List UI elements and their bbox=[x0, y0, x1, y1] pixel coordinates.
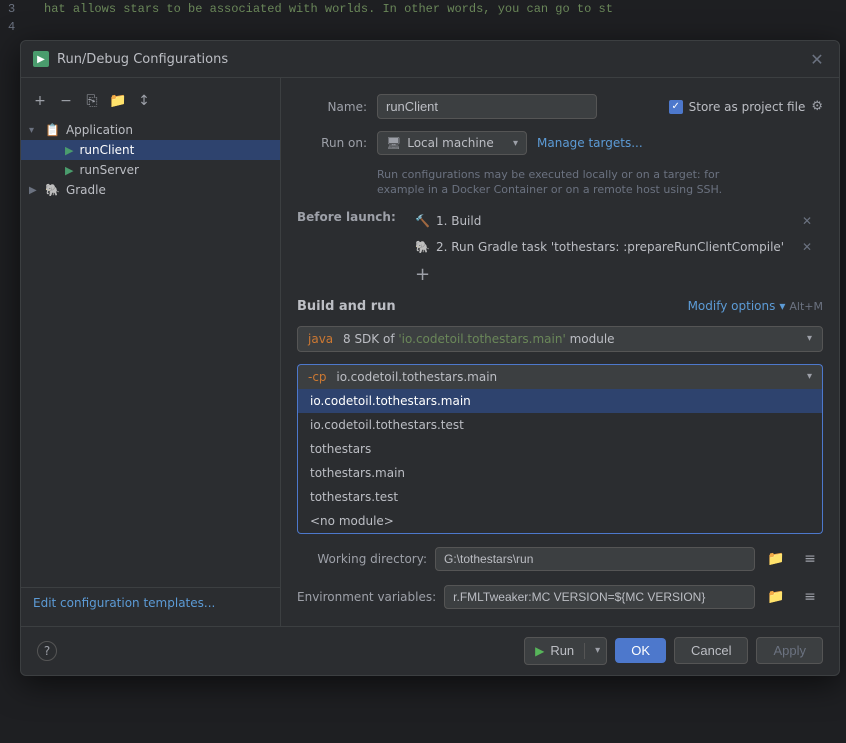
tree-node-application[interactable]: ▾ 📋 Application bbox=[21, 120, 280, 140]
name-label: Name: bbox=[297, 100, 367, 114]
launch-item-2-text: 2. Run Gradle task 'tothestars: :prepare… bbox=[436, 240, 784, 254]
modify-options-label: Modify options bbox=[688, 299, 776, 313]
launch-item-2: 🐘 2. Run Gradle task 'tothestars: :prepa… bbox=[407, 236, 823, 258]
edit-config-templates-link[interactable]: Edit configuration templates... bbox=[21, 587, 280, 618]
dropdown-arrow-icon: ▾ bbox=[513, 138, 518, 149]
add-config-button[interactable]: + bbox=[29, 90, 51, 112]
dropdown-item-0[interactable]: io.codetoil.tothestars.main bbox=[298, 389, 822, 413]
cp-dropdown-wrapper: -cp io.codetoil.tothestars.main ▾ io.cod… bbox=[297, 364, 823, 534]
folder-config-button[interactable]: 📁 bbox=[107, 90, 129, 112]
dropdown-item-5[interactable]: <no module> bbox=[298, 509, 822, 533]
cp-value: io.codetoil.tothestars.main bbox=[333, 370, 498, 384]
local-machine-label: Local machine bbox=[407, 136, 493, 150]
store-project-file-row: ✓ Store as project file ⚙ bbox=[669, 99, 823, 114]
ok-button[interactable]: OK bbox=[615, 638, 666, 663]
modify-options-arrow-icon: ▾ bbox=[779, 299, 785, 313]
sort-config-button[interactable]: ↕ bbox=[133, 90, 155, 112]
working-directory-label: Working directory: bbox=[297, 552, 427, 566]
close-button[interactable]: ✕ bbox=[807, 49, 827, 69]
cp-dropdown[interactable]: -cp io.codetoil.tothestars.main ▾ bbox=[297, 364, 823, 389]
name-input[interactable] bbox=[377, 94, 597, 119]
name-row: Name: ✓ Store as project file ⚙ bbox=[297, 94, 823, 119]
tree-toolbar: + − ⎘ 📁 ↕ bbox=[21, 86, 280, 116]
run-client-label: runClient bbox=[79, 143, 134, 157]
dialog-title: Run/Debug Configurations bbox=[57, 52, 799, 67]
right-panel: Name: ✓ Store as project file ⚙ Run on: … bbox=[281, 78, 839, 626]
tree-node-runclient[interactable]: ▶ runClient bbox=[21, 140, 280, 160]
env-var-button[interactable]: ≡ bbox=[797, 584, 823, 610]
run-dropdown-arrow[interactable]: ▾ bbox=[595, 645, 600, 656]
editor-line-1: 3 hat allows stars to be associated with… bbox=[0, 0, 846, 18]
java-keyword: java bbox=[308, 332, 333, 346]
env-variables-label: Environment variables: bbox=[297, 590, 436, 604]
cp-dropdown-list: io.codetoil.tothestars.main io.codetoil.… bbox=[297, 389, 823, 534]
remove-config-button[interactable]: − bbox=[55, 90, 77, 112]
dropdown-item-3[interactable]: tothestars.main bbox=[298, 461, 822, 485]
gradle-label: Gradle bbox=[66, 183, 106, 197]
dialog-body: + − ⎘ 📁 ↕ ▾ 📋 Application ▶ runCli bbox=[21, 78, 839, 626]
run-on-label: Run on: bbox=[297, 136, 367, 150]
build-run-header: Build and run Modify options ▾ Alt+M bbox=[297, 299, 823, 314]
dialog-footer: ? ▶ Run ▾ OK Cancel Apply bbox=[21, 626, 839, 675]
local-icon: 🖥 bbox=[386, 136, 401, 150]
editor-line-2: 4 bbox=[0, 18, 846, 36]
store-project-file-label: Store as project file bbox=[689, 100, 806, 114]
run-on-hint: Run configurations may be executed local… bbox=[377, 167, 823, 198]
gradle-task-icon: 🐘 bbox=[415, 240, 430, 254]
help-button[interactable]: ? bbox=[37, 641, 57, 661]
tree-node-gradle[interactable]: ▶ 🐘 Gradle bbox=[21, 180, 280, 200]
store-project-file-checkbox[interactable]: ✓ bbox=[669, 100, 683, 114]
build-run-title: Build and run bbox=[297, 299, 396, 314]
gear-icon[interactable]: ⚙ bbox=[811, 99, 823, 114]
launch-item-1: 🔨 1. Build ✕ bbox=[407, 210, 823, 232]
dropdown-item-2[interactable]: tothestars bbox=[298, 437, 822, 461]
dropdown-item-1[interactable]: io.codetoil.tothestars.test bbox=[298, 413, 822, 437]
working-directory-browse-button[interactable]: 📁 bbox=[763, 546, 789, 572]
tree-node-runserver[interactable]: ▶ runServer bbox=[21, 160, 280, 180]
copy-config-button[interactable]: ⎘ bbox=[81, 90, 103, 112]
build-icon: 🔨 bbox=[415, 214, 430, 228]
env-browse-button[interactable]: 📁 bbox=[763, 584, 789, 610]
run-on-row: Run on: 🖥 Local machine ▾ Manage targets… bbox=[297, 131, 823, 155]
cp-dropdown-arrow: ▾ bbox=[807, 371, 812, 382]
run-label: Run bbox=[550, 643, 574, 658]
manage-targets-link[interactable]: Manage targets... bbox=[537, 136, 643, 150]
working-directory-input[interactable] bbox=[435, 547, 755, 571]
modify-options-shortcut: Alt+M bbox=[789, 300, 823, 313]
java-sdk-dropdown[interactable]: java 8 SDK of 'io.codetoil.tothestars.ma… bbox=[297, 326, 823, 352]
run-server-label: runServer bbox=[79, 163, 139, 177]
application-label: Application bbox=[66, 123, 133, 137]
dialog-app-icon: ▶ bbox=[33, 51, 49, 67]
add-launch-item-button[interactable]: + bbox=[407, 262, 823, 287]
apply-button[interactable]: Apply bbox=[756, 637, 823, 664]
java-sdk-value: 8 SDK of 'io.codetoil.tothestars.main' m… bbox=[339, 332, 614, 346]
java-sdk-dropdown-arrow: ▾ bbox=[807, 333, 812, 344]
env-variables-input[interactable] bbox=[444, 585, 755, 609]
cancel-button[interactable]: Cancel bbox=[674, 637, 748, 664]
before-launch-items: 🔨 1. Build ✕ 🐘 2. Run Gradle task 'tothe… bbox=[407, 210, 823, 287]
before-launch-section: Before launch: 🔨 1. Build ✕ 🐘 2. Run Gra… bbox=[297, 210, 823, 287]
launch-item-2-close[interactable]: ✕ bbox=[799, 239, 815, 255]
run-debug-dialog: ▶ Run/Debug Configurations ✕ + − ⎘ 📁 ↕ ▾… bbox=[20, 40, 840, 676]
working-directory-var-button[interactable]: ≡ bbox=[797, 546, 823, 572]
launch-item-1-text: 1. Build bbox=[436, 214, 481, 228]
env-variables-row: Environment variables: 📁 ≡ bbox=[297, 584, 823, 610]
before-launch-label: Before launch: bbox=[297, 210, 397, 224]
dropdown-item-4[interactable]: tothestars.test bbox=[298, 485, 822, 509]
run-divider bbox=[584, 643, 585, 659]
config-tree: ▾ 📋 Application ▶ runClient ▶ runServer bbox=[21, 116, 280, 587]
left-panel: + − ⎘ 📁 ↕ ▾ 📋 Application ▶ runCli bbox=[21, 78, 281, 626]
run-on-dropdown[interactable]: 🖥 Local machine ▾ bbox=[377, 131, 527, 155]
cp-flag: -cp bbox=[308, 370, 327, 384]
launch-item-1-close[interactable]: ✕ bbox=[799, 213, 815, 229]
run-button[interactable]: ▶ Run ▾ bbox=[524, 637, 607, 665]
modify-options-button[interactable]: Modify options ▾ Alt+M bbox=[688, 299, 823, 313]
run-triangle-icon: ▶ bbox=[535, 644, 544, 658]
dialog-titlebar: ▶ Run/Debug Configurations ✕ bbox=[21, 41, 839, 78]
working-directory-row: Working directory: 📁 ≡ bbox=[297, 546, 823, 572]
